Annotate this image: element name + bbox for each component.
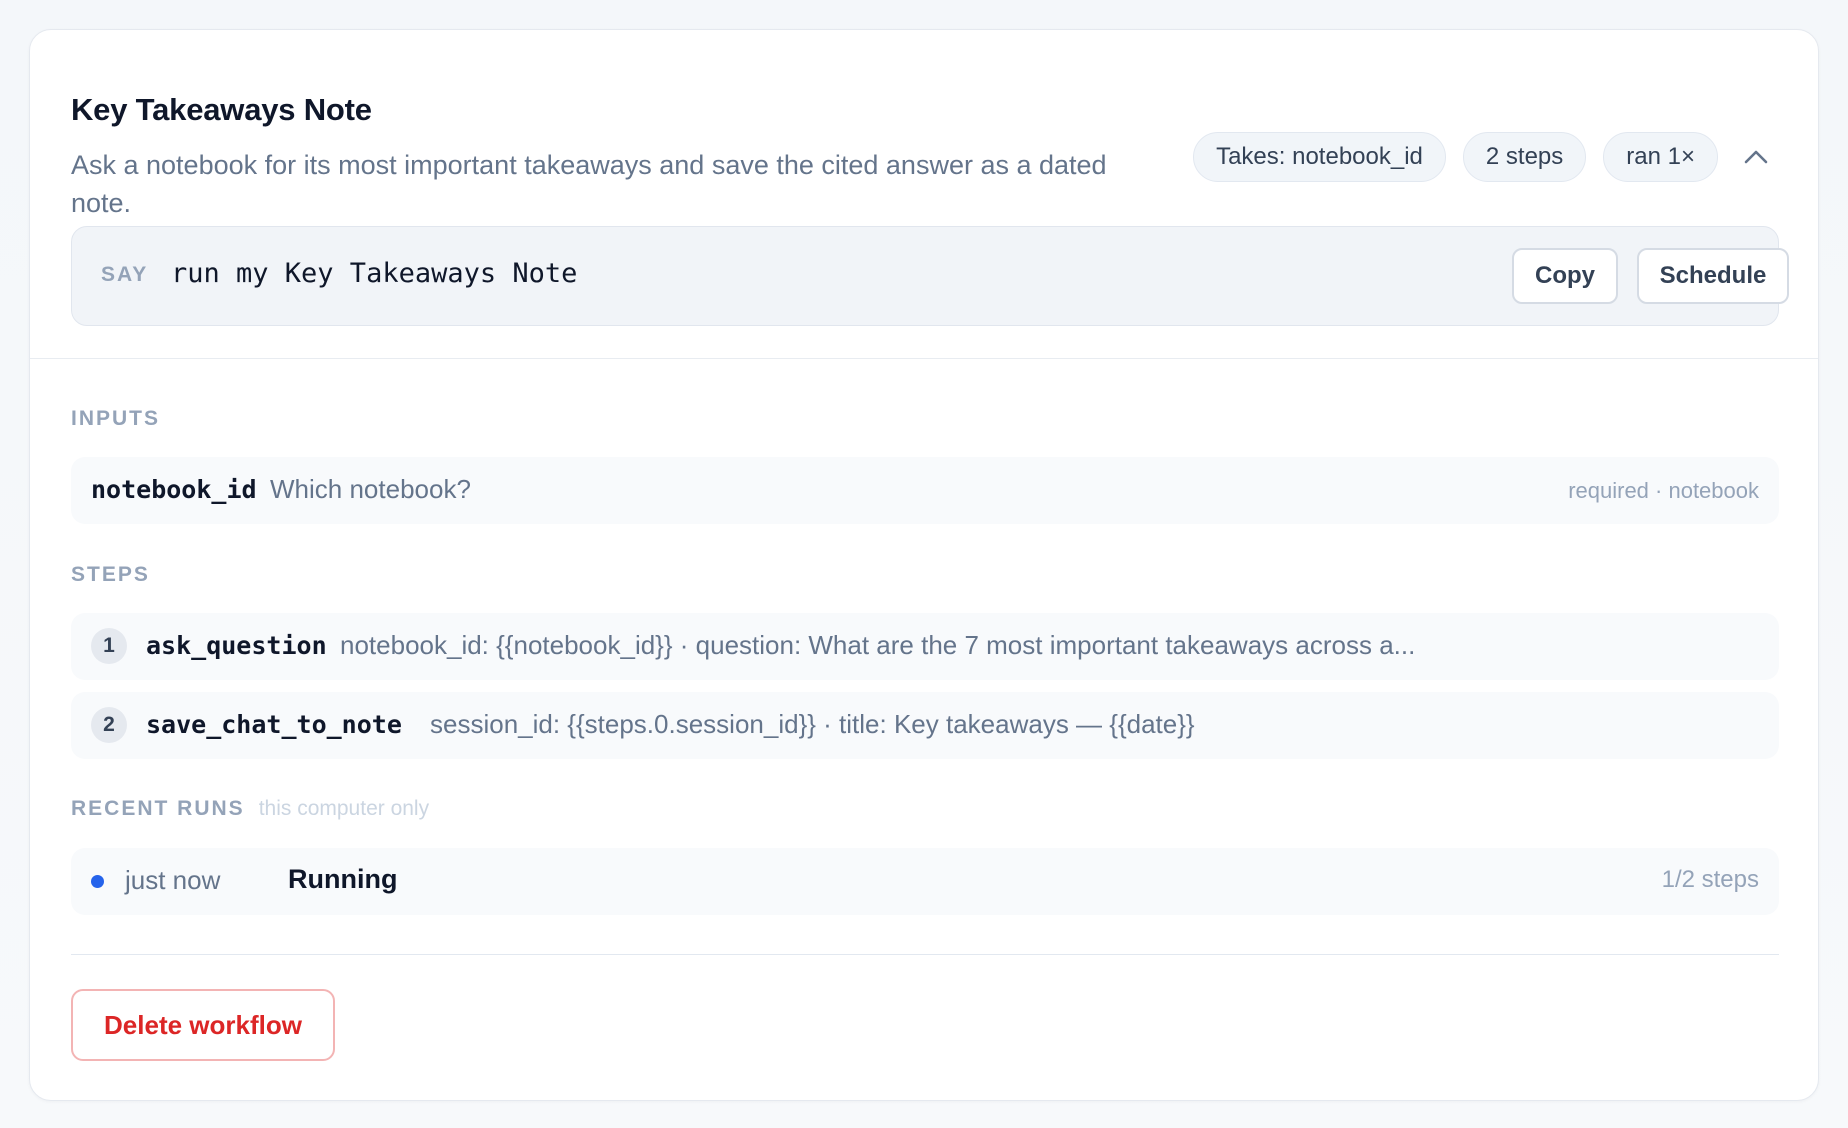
input-name: notebook_id: [91, 475, 257, 504]
workflow-chips: Takes: notebook_id 2 steps ran 1×: [1193, 132, 1771, 182]
step-action-name: save_chat_to_note: [146, 710, 402, 739]
workflow-description: Ask a notebook for its most important ta…: [71, 150, 1107, 218]
step-args: notebook_id: {{notebook_id}} · question:…: [340, 630, 1416, 660]
say-command: run my Key Takeaways Note: [171, 258, 578, 289]
say-command-box: SAY run my Key Takeaways Note Copy Sched…: [71, 226, 1789, 326]
copy-button[interactable]: Copy: [1512, 248, 1618, 304]
step-row: 2 save_chat_to_note session_id: {{steps.…: [71, 692, 1779, 759]
step-row: 1 ask_question notebook_id: {{notebook_i…: [71, 613, 1779, 680]
recent-runs-label: RECENT RUNS: [71, 797, 245, 820]
inputs-heading: INPUTS: [71, 407, 161, 430]
chevron-up-icon[interactable]: [1741, 142, 1771, 172]
workflow-card: Key Takeaways Note Ask a notebook for it…: [29, 29, 1819, 1101]
step-action-name: ask_question: [146, 631, 327, 660]
run-status: Running: [288, 864, 398, 894]
recent-runs-heading: RECENT RUNS this computer only: [71, 797, 429, 821]
steps-count-chip: 2 steps: [1462, 132, 1587, 182]
delete-workflow-button[interactable]: Delete workflow: [71, 989, 335, 1061]
step-number-badge: 2: [91, 707, 127, 743]
run-row[interactable]: just now Running 1/2 steps: [71, 848, 1779, 915]
input-row: notebook_id Which notebook? required · n…: [71, 457, 1779, 524]
running-status-dot: [91, 875, 104, 888]
section-divider: [30, 358, 1818, 359]
schedule-button[interactable]: Schedule: [1637, 248, 1789, 304]
step-number-badge: 1: [91, 628, 127, 664]
run-count-chip: ran 1×: [1603, 132, 1718, 182]
run-time: just now: [125, 865, 221, 895]
input-meta: required · notebook: [1568, 478, 1759, 503]
say-label: SAY: [101, 263, 149, 286]
step-args: session_id: {{steps.0.session_id}} · tit…: [430, 709, 1195, 739]
steps-heading: STEPS: [71, 563, 150, 586]
recent-runs-note: this computer only: [258, 797, 430, 820]
input-prompt: Which notebook?: [270, 474, 471, 504]
run-progress: 1/2 steps: [1661, 866, 1759, 893]
takes-chip: Takes: notebook_id: [1193, 132, 1446, 182]
actions-divider: [71, 954, 1779, 955]
workflow-title: Key Takeaways Note: [71, 92, 372, 127]
